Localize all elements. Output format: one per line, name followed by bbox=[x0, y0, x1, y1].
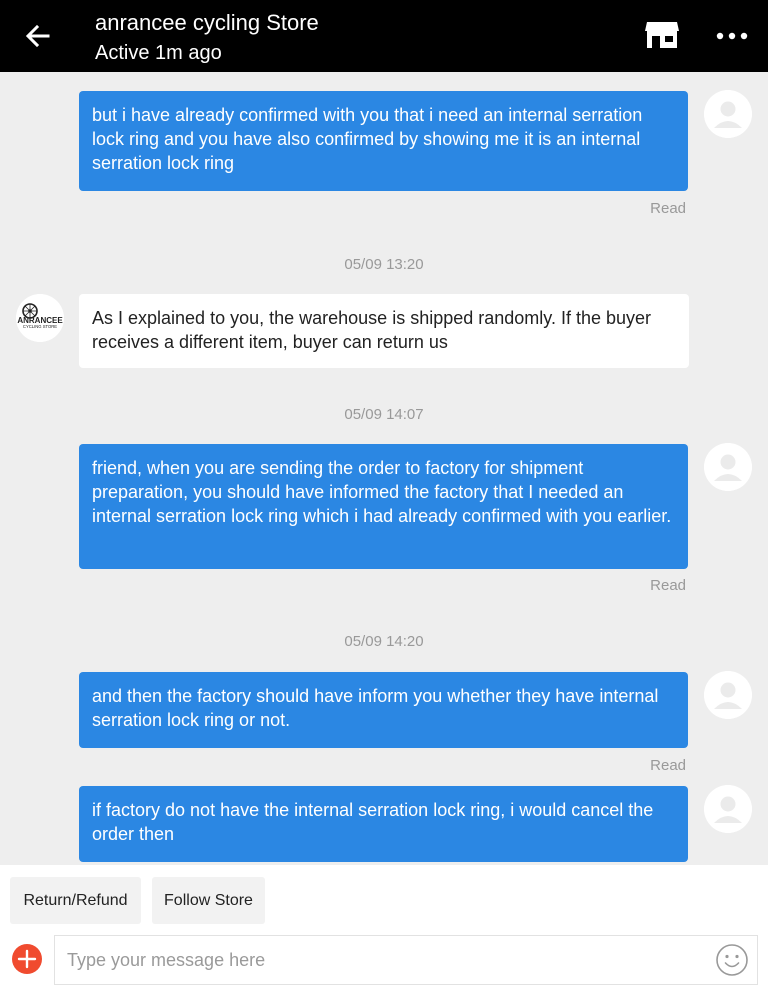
store-name[interactable]: anrancee cycling Store bbox=[95, 10, 319, 36]
message-input[interactable] bbox=[67, 936, 707, 984]
message-bubble-outgoing[interactable]: and then the factory should have inform … bbox=[79, 672, 688, 748]
user-avatar[interactable] bbox=[704, 443, 752, 491]
message-timestamp: 05/09 13:20 bbox=[344, 256, 424, 273]
read-receipt: Read bbox=[650, 757, 686, 774]
chat-header: anrancee cycling Store Active 1m ago bbox=[0, 0, 768, 72]
user-avatar-icon bbox=[704, 90, 752, 138]
more-options-icon[interactable] bbox=[712, 22, 752, 50]
return-refund-button[interactable]: Return/Refund bbox=[10, 877, 141, 924]
bottom-bar: Return/Refund Follow Store bbox=[0, 865, 768, 992]
user-avatar-icon bbox=[704, 443, 752, 491]
message-timestamp: 05/09 14:07 bbox=[344, 406, 424, 423]
message-bubble-outgoing[interactable]: if factory do not have the internal serr… bbox=[79, 786, 688, 862]
active-status: Active 1m ago bbox=[95, 42, 222, 64]
user-avatar[interactable] bbox=[704, 90, 752, 138]
read-receipt: Read bbox=[650, 200, 686, 217]
user-avatar[interactable] bbox=[704, 671, 752, 719]
message-list[interactable]: but i have already confirmed with you th… bbox=[0, 72, 768, 865]
add-attachment-icon[interactable] bbox=[11, 943, 43, 975]
user-avatar-icon bbox=[704, 785, 752, 833]
message-timestamp: 05/09 14:20 bbox=[344, 633, 424, 650]
emoji-icon[interactable] bbox=[715, 943, 749, 977]
follow-store-button[interactable]: Follow Store bbox=[152, 877, 265, 924]
user-avatar-icon bbox=[704, 671, 752, 719]
storefront-icon[interactable] bbox=[644, 20, 680, 50]
user-avatar[interactable] bbox=[704, 785, 752, 833]
read-receipt: Read bbox=[650, 577, 686, 594]
store-avatar[interactable]: ANRANCEE CYCLING STORE bbox=[16, 294, 64, 342]
message-composer bbox=[54, 935, 758, 985]
message-bubble-incoming[interactable]: As I explained to you, the warehouse is … bbox=[79, 294, 689, 368]
message-bubble-outgoing[interactable]: but i have already confirmed with you th… bbox=[79, 91, 688, 191]
store-logo-icon: ANRANCEE CYCLING STORE bbox=[16, 294, 64, 342]
store-logo-tagline: CYCLING STORE bbox=[23, 324, 57, 329]
message-bubble-outgoing[interactable]: friend, when you are sending the order t… bbox=[79, 444, 688, 569]
back-arrow-icon[interactable] bbox=[22, 20, 54, 52]
